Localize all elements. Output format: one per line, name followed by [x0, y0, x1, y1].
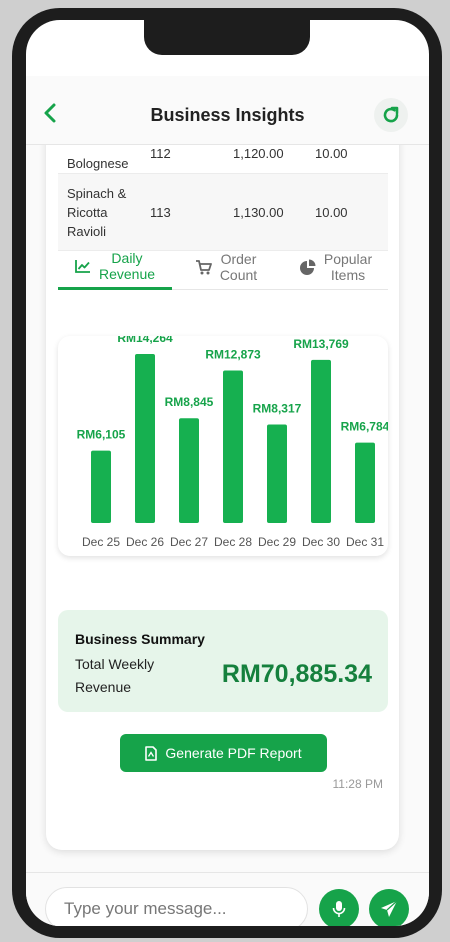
chart-bar: [179, 418, 199, 523]
app-header: Business Insights: [26, 76, 429, 145]
chart-x-tick-label: Dec 28: [214, 535, 252, 549]
chat-area[interactable]: Bolognese 112 1,120.00 10.00 Spinach & R…: [26, 145, 429, 872]
app-screen: Business Insights Bolognese 112 1,120.00…: [26, 20, 429, 926]
chart-bar: [135, 354, 155, 523]
phone-notch: [144, 20, 310, 55]
insights-card: Bolognese 112 1,120.00 10.00 Spinach & R…: [46, 145, 399, 850]
summary-value: RM70,885.34: [221, 660, 372, 688]
chart-data-label: RM6,784: [341, 420, 388, 434]
chart-bar: [311, 359, 331, 523]
chart-bar: [355, 442, 375, 523]
chart-bar: [91, 450, 111, 523]
refresh-icon: [383, 106, 399, 123]
summary-title: Business Summary: [75, 631, 205, 647]
chart-x-tick-label: Dec 30: [302, 535, 340, 549]
summary-label: Total Weekly Revenue: [75, 656, 155, 695]
generate-pdf-button[interactable]: Generate PDF Report: [120, 734, 327, 772]
chart-bar: [267, 424, 287, 523]
refresh-button[interactable]: [374, 98, 408, 132]
send-icon: [381, 900, 398, 917]
chart-data-label: RM12,873: [205, 347, 261, 361]
chart-x-tick-label: Dec 31: [346, 535, 384, 549]
chart-data-label: RM6,105: [77, 428, 126, 442]
business-summary: Business Summary Total Weekly Revenue RM…: [58, 610, 388, 712]
daily-revenue-chart: RM6,105 Dec 25 RM14,264 Dec 26 RM8,845 Dec 27…: [58, 336, 388, 556]
chart-data-label: RM8,845: [165, 395, 214, 409]
bar-chart: RM6,105 Dec 25 RM14,264 Dec 26 RM8,845 Dec 27…: [77, 336, 388, 549]
chart-data-label: RM13,769: [293, 337, 349, 351]
page-title: Business Insights: [150, 105, 305, 125]
generate-pdf-label: Generate PDF Report: [165, 745, 302, 761]
chart-x-tick-label: Dec 26: [126, 535, 164, 549]
send-button[interactable]: [369, 889, 409, 926]
chart-x-tick-label: Dec 25: [82, 535, 120, 549]
message-input-bar: [26, 872, 429, 926]
pdf-file-icon: [145, 745, 158, 761]
chart-data-label: RM8,317: [253, 401, 302, 415]
voice-button[interactable]: [319, 889, 359, 926]
message-timestamp: 11:28 PM: [332, 777, 383, 791]
microphone-icon: [332, 901, 346, 917]
message-input[interactable]: [45, 887, 308, 926]
chart-data-label: RM14,264: [117, 336, 173, 345]
chart-x-tick-label: Dec 27: [170, 535, 208, 549]
chart-bar: [223, 370, 243, 523]
chart-x-tick-label: Dec 29: [258, 535, 296, 549]
